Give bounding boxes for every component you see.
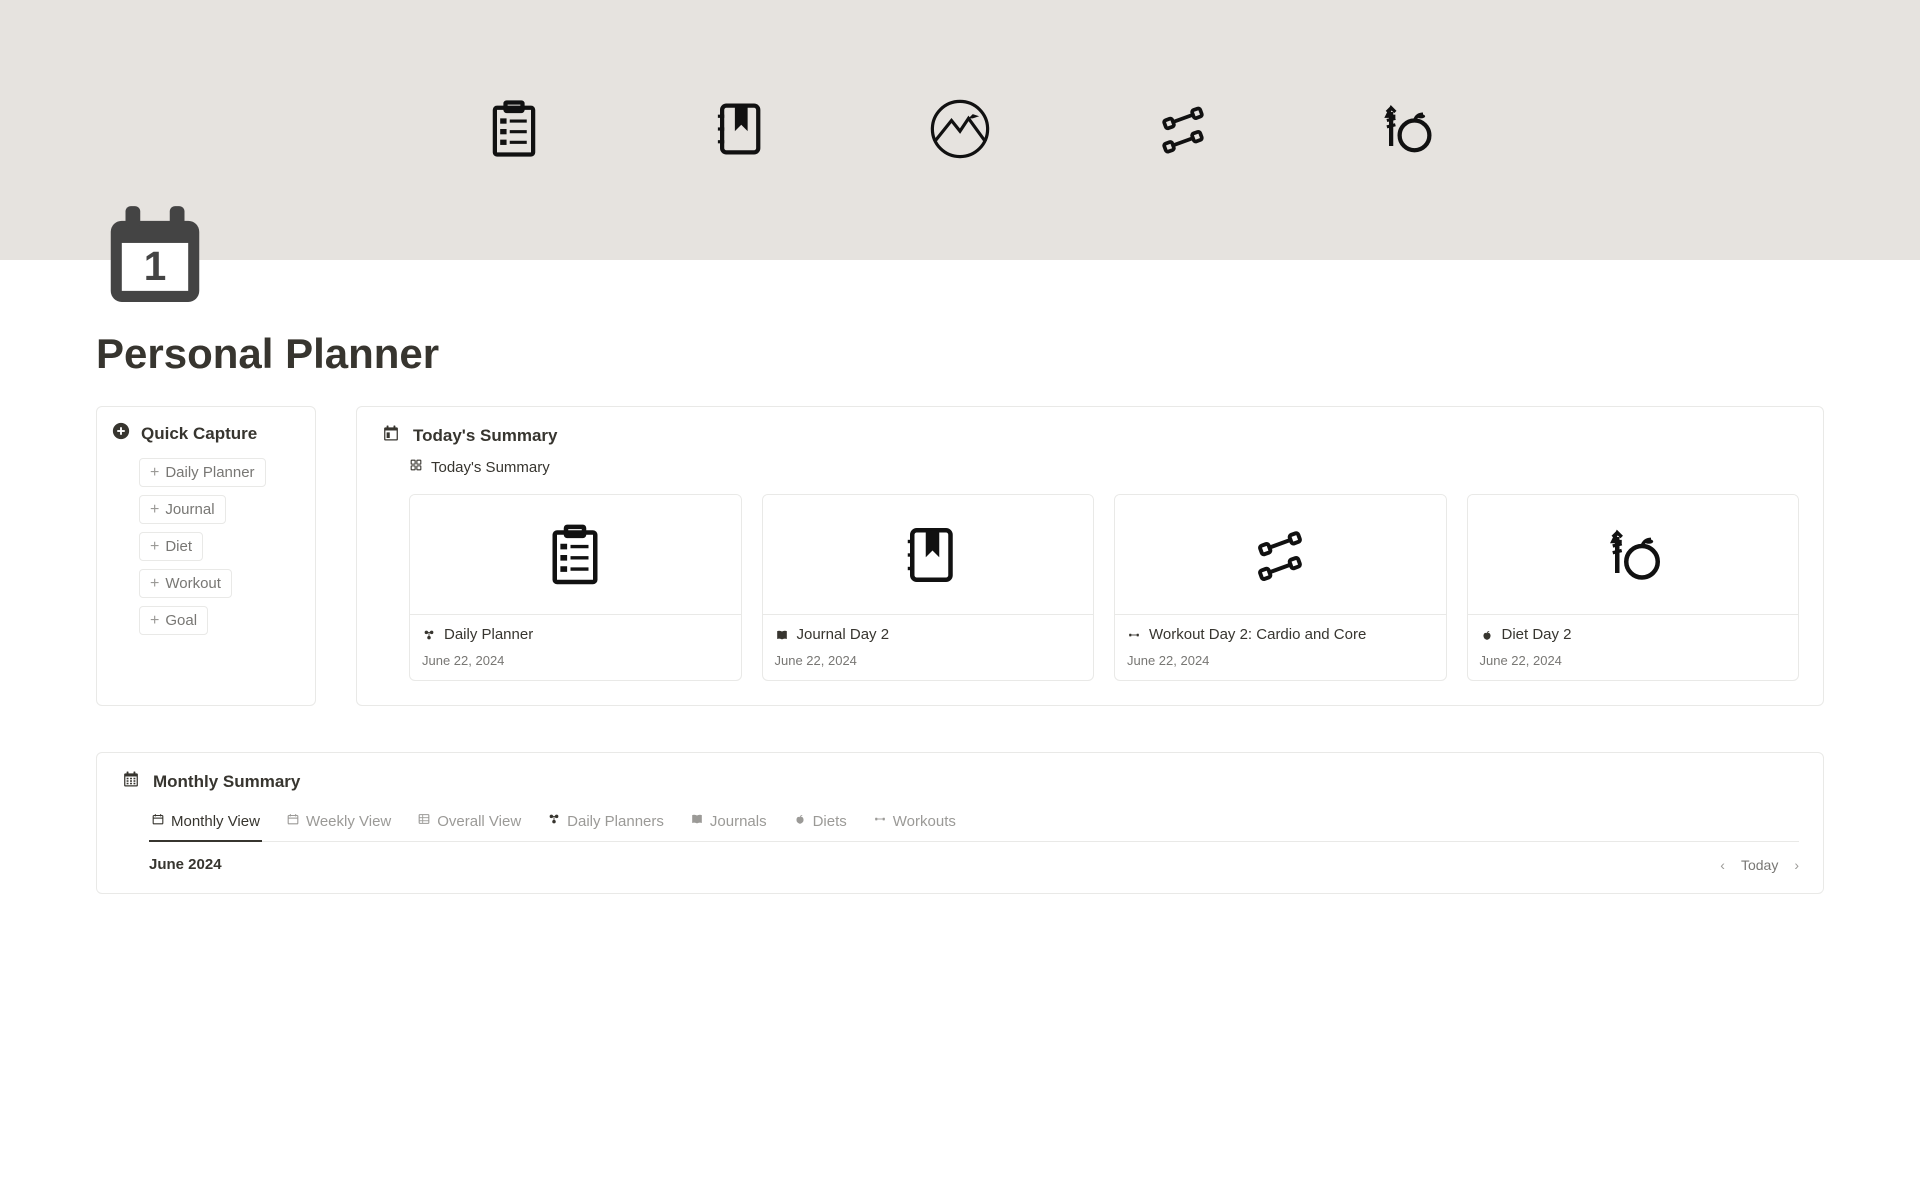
card-cover	[410, 495, 741, 615]
book-icon	[690, 812, 704, 830]
calendar-grid-icon	[121, 769, 141, 794]
table-icon	[417, 812, 431, 830]
card-workout[interactable]: Workout Day 2: Cardio and Core June 22, …	[1114, 494, 1447, 681]
today-summary-view-tab[interactable]: Today's Summary	[409, 458, 1799, 476]
card-daily-planner[interactable]: Daily Planner June 22, 2024	[409, 494, 742, 681]
qc-workout-button[interactable]: +Workout	[139, 569, 232, 598]
monthly-summary-box: Monthly Summary Monthly View Weekly View…	[96, 752, 1824, 894]
tab-workouts[interactable]: Workouts	[871, 806, 958, 842]
tab-weekly-view[interactable]: Weekly View	[284, 806, 393, 842]
qc-daily-planner-button[interactable]: +Daily Planner	[139, 458, 266, 487]
card-cover	[1468, 495, 1799, 615]
today-summary-title: Today's Summary	[413, 426, 558, 446]
card-date: June 22, 2024	[775, 653, 1082, 668]
plus-icon: +	[150, 539, 159, 555]
dumbbell-icon	[1127, 628, 1141, 647]
card-cover	[1115, 495, 1446, 615]
monthly-tabs: Monthly View Weekly View Overall View Da…	[149, 806, 1799, 842]
card-cover	[763, 495, 1094, 615]
journal-icon	[703, 95, 771, 168]
today-button[interactable]: Today	[1741, 857, 1778, 873]
nodes-icon	[547, 812, 561, 830]
plus-icon: +	[150, 613, 159, 629]
mountain-icon	[926, 95, 994, 168]
card-date: June 22, 2024	[1480, 653, 1787, 668]
dumbbell-icon	[873, 812, 887, 830]
card-date: June 22, 2024	[1127, 653, 1434, 668]
prev-month-button[interactable]: ‹	[1720, 857, 1725, 873]
diet-icon	[1372, 95, 1440, 168]
card-date: June 22, 2024	[422, 653, 729, 668]
page-title[interactable]: Personal Planner	[96, 330, 1824, 378]
tab-diets[interactable]: Diets	[791, 806, 849, 842]
calendar-icon	[286, 812, 300, 830]
card-title: Daily Planner	[444, 625, 533, 645]
dumbbell-icon	[1149, 95, 1217, 168]
card-title: Journal Day 2	[797, 625, 890, 645]
cover-banner	[0, 0, 1920, 260]
monthly-summary-title: Monthly Summary	[153, 772, 300, 792]
card-journal[interactable]: Journal Day 2 June 22, 2024	[762, 494, 1095, 681]
quick-capture-box: Quick Capture +Daily Planner +Journal +D…	[96, 406, 316, 706]
nodes-icon	[422, 628, 436, 647]
calendar-day-icon	[381, 423, 401, 448]
qc-goal-button[interactable]: +Goal	[139, 606, 208, 635]
quick-capture-title: Quick Capture	[141, 424, 257, 444]
page-icon[interactable]	[96, 195, 214, 318]
card-diet[interactable]: Diet Day 2 June 22, 2024	[1467, 494, 1800, 681]
plus-icon: +	[150, 465, 159, 481]
calendar-month: June 2024	[149, 856, 222, 873]
apple-icon	[1480, 628, 1494, 647]
plus-icon: +	[150, 576, 159, 592]
qc-diet-button[interactable]: +Diet	[139, 532, 203, 561]
tab-daily-planners[interactable]: Daily Planners	[545, 806, 666, 842]
gallery-icon	[409, 458, 423, 476]
plus-icon: +	[150, 502, 159, 518]
card-title: Diet Day 2	[1502, 625, 1572, 645]
tab-journals[interactable]: Journals	[688, 806, 769, 842]
today-summary-box: Today's Summary Today's Summary Daily Pl…	[356, 406, 1824, 706]
tab-monthly-view[interactable]: Monthly View	[149, 806, 262, 842]
plus-circle-icon	[111, 421, 131, 446]
apple-icon	[793, 812, 807, 830]
clipboard-icon	[480, 95, 548, 168]
qc-journal-button[interactable]: +Journal	[139, 495, 226, 524]
card-title: Workout Day 2: Cardio and Core	[1149, 625, 1366, 645]
tab-overall-view[interactable]: Overall View	[415, 806, 523, 842]
book-icon	[775, 628, 789, 647]
cover-icons-row	[0, 0, 1920, 168]
next-month-button[interactable]: ›	[1794, 857, 1799, 873]
calendar-icon	[151, 812, 165, 830]
